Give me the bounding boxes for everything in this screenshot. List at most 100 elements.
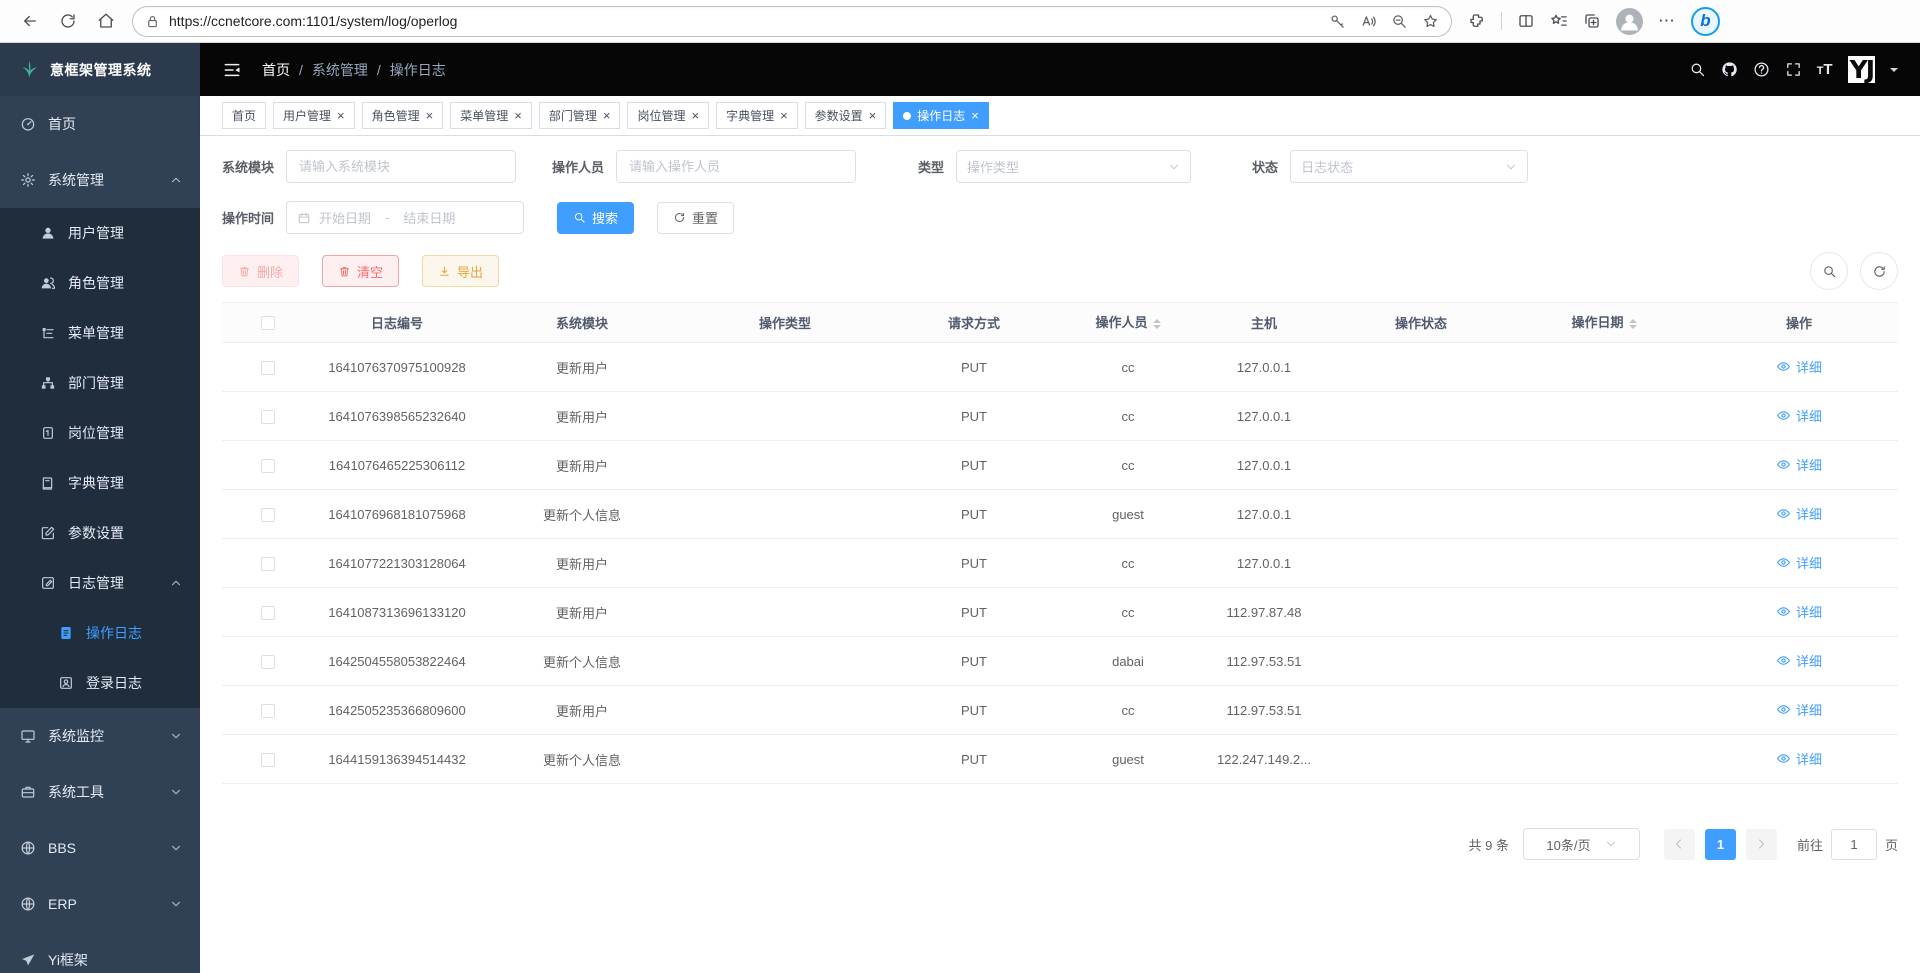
sidebar-item-param-settings[interactable]: 参数设置 (0, 508, 200, 558)
sidebar-item-role-mgmt[interactable]: 角色管理 (0, 258, 200, 308)
close-icon[interactable]: × (514, 109, 522, 122)
chevron-down-icon[interactable] (1890, 68, 1898, 76)
browser-profile-avatar[interactable] (1616, 8, 1643, 35)
date-range-input[interactable]: 开始日期 - 结束日期 (286, 201, 524, 234)
sidebar-item-erp[interactable]: ERP (0, 876, 200, 932)
page-size-select[interactable]: 10条/页 (1523, 828, 1640, 860)
breadcrumb-section[interactable]: 系统管理 (312, 60, 368, 80)
toggle-search-button[interactable] (1810, 252, 1848, 290)
row-checkbox[interactable] (261, 655, 275, 669)
collections-icon[interactable] (1583, 12, 1601, 30)
next-page-button[interactable] (1746, 829, 1777, 860)
module-input[interactable] (286, 150, 516, 183)
sidebar-item-sys-monitor[interactable]: 系统监控 (0, 708, 200, 764)
user-avatar-logo[interactable]: YJ (1848, 56, 1875, 83)
browser-menu-icon[interactable]: ⋯ (1658, 16, 1676, 26)
row-checkbox[interactable] (261, 753, 275, 767)
tab-参数设置[interactable]: 参数设置× (805, 102, 887, 129)
browser-home-button[interactable] (90, 5, 122, 37)
url-text[interactable]: https://ccnetcore.com:1101/system/log/op… (169, 13, 1329, 29)
type-select[interactable]: 操作类型 (956, 150, 1191, 183)
sort-caret-icon[interactable] (1153, 315, 1161, 333)
detail-link[interactable]: 详细 (1776, 553, 1822, 572)
search-button[interactable]: 搜索 (557, 202, 634, 234)
search-icon[interactable] (1689, 61, 1706, 78)
sidebar-item-home[interactable]: 首页 (0, 96, 200, 152)
password-key-icon[interactable] (1329, 13, 1346, 30)
github-icon[interactable] (1721, 61, 1738, 78)
row-checkbox[interactable] (261, 557, 275, 571)
sidebar-item-login-log[interactable]: 登录日志 (0, 658, 200, 708)
sidebar-item-menu-mgmt[interactable]: 菜单管理 (0, 308, 200, 358)
detail-link[interactable]: 详细 (1776, 700, 1822, 719)
font-size-icon[interactable]: TT (1817, 61, 1833, 78)
browser-back-button[interactable] (14, 5, 46, 37)
browser-refresh-button[interactable] (52, 5, 84, 37)
tab-角色管理[interactable]: 角色管理× (362, 102, 444, 129)
detail-link[interactable]: 详细 (1776, 651, 1822, 670)
detail-link[interactable]: 详细 (1776, 504, 1822, 523)
close-icon[interactable]: × (780, 109, 788, 122)
sidebar-item-dict-mgmt[interactable]: 字典管理 (0, 458, 200, 508)
sidebar-item-dept-mgmt[interactable]: 部门管理 (0, 358, 200, 408)
sidebar-item-system-mgmt[interactable]: 系统管理 (0, 152, 200, 208)
favorite-star-icon[interactable] (1422, 13, 1439, 30)
collapse-sidebar-icon[interactable] (222, 60, 242, 80)
sidebar-item-oper-log[interactable]: 操作日志 (0, 608, 200, 658)
split-screen-icon[interactable] (1517, 12, 1535, 30)
sidebar-item-yi-framework[interactable]: Yi框架 (0, 932, 200, 973)
detail-link[interactable]: 详细 (1776, 602, 1822, 621)
close-icon[interactable]: × (337, 109, 345, 122)
column-header[interactable]: 操作人员 (1062, 303, 1194, 343)
row-checkbox[interactable] (261, 704, 275, 718)
goto-page-input[interactable] (1831, 829, 1877, 860)
tab-部门管理[interactable]: 部门管理× (539, 102, 621, 129)
detail-link[interactable]: 详细 (1776, 749, 1822, 768)
detail-link[interactable]: 详细 (1776, 357, 1822, 376)
sidebar-item-sys-tools[interactable]: 系统工具 (0, 764, 200, 820)
close-icon[interactable]: × (426, 109, 434, 122)
select-all-checkbox[interactable] (261, 316, 275, 330)
zoom-out-icon[interactable] (1391, 13, 1408, 30)
row-checkbox[interactable] (261, 508, 275, 522)
close-icon[interactable]: × (691, 109, 699, 122)
column-header[interactable]: 操作日期 (1508, 303, 1700, 343)
close-icon[interactable]: × (869, 109, 877, 122)
sidebar-item-user-mgmt[interactable]: 用户管理 (0, 208, 200, 258)
address-bar[interactable]: https://ccnetcore.com:1101/system/log/op… (132, 6, 1452, 37)
sidebar-item-bbs[interactable]: BBS (0, 820, 200, 876)
row-checkbox[interactable] (261, 410, 275, 424)
tab-用户管理[interactable]: 用户管理× (273, 102, 355, 129)
detail-link[interactable]: 详细 (1776, 406, 1822, 425)
tab-操作日志[interactable]: 操作日志× (893, 102, 989, 129)
clear-button[interactable]: 清空 (322, 255, 399, 287)
tab-字典管理[interactable]: 字典管理× (716, 102, 798, 129)
extensions-icon[interactable] (1468, 12, 1486, 30)
row-checkbox[interactable] (261, 459, 275, 473)
delete-button[interactable]: 删除 (222, 255, 299, 287)
export-button[interactable]: 导出 (422, 255, 499, 287)
status-select[interactable]: 日志状态 (1290, 150, 1528, 183)
close-icon[interactable]: × (971, 109, 979, 122)
help-icon[interactable] (1753, 61, 1770, 78)
sidebar-item-log-mgmt[interactable]: 日志管理 (0, 558, 200, 608)
reset-button[interactable]: 重置 (657, 202, 734, 234)
tab-菜单管理[interactable]: 菜单管理× (450, 102, 532, 129)
operator-input[interactable] (616, 150, 856, 183)
prev-page-button[interactable] (1664, 829, 1695, 860)
row-checkbox[interactable] (261, 361, 275, 375)
fullscreen-icon[interactable] (1785, 61, 1802, 78)
sort-caret-icon[interactable] (1629, 315, 1637, 333)
detail-link[interactable]: 详细 (1776, 455, 1822, 474)
row-checkbox[interactable] (261, 606, 275, 620)
bing-chat-icon[interactable]: b (1691, 7, 1720, 36)
current-page[interactable]: 1 (1705, 829, 1736, 860)
close-icon[interactable]: × (603, 109, 611, 122)
refresh-table-button[interactable] (1860, 252, 1898, 290)
tab-首页[interactable]: 首页 (222, 102, 266, 129)
favorites-bar-icon[interactable] (1550, 12, 1568, 30)
breadcrumb-home[interactable]: 首页 (262, 60, 290, 80)
tab-岗位管理[interactable]: 岗位管理× (627, 102, 709, 129)
read-aloud-icon[interactable] (1360, 13, 1377, 30)
sidebar-item-post-mgmt[interactable]: 岗位管理 (0, 408, 200, 458)
